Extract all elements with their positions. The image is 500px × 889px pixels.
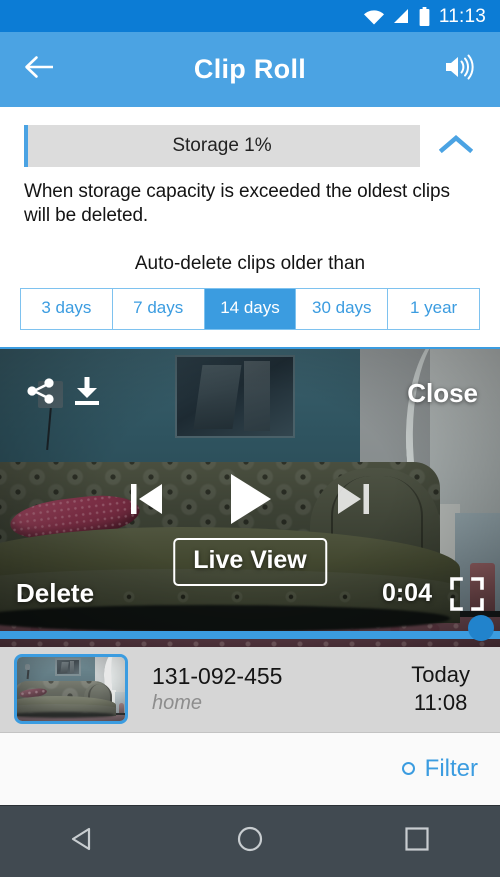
next-button[interactable]: [335, 479, 371, 524]
volume-icon: [443, 53, 477, 86]
player-bottom-bar: Delete 0:04: [0, 576, 500, 611]
skip-next-icon: [335, 483, 371, 523]
player-overlay: Close Live View Delete 0:04: [0, 349, 500, 647]
share-button[interactable]: [18, 371, 64, 417]
wifi-icon: [363, 9, 384, 24]
nav-home-button[interactable]: [220, 811, 280, 871]
auto-delete-option[interactable]: 7 days: [112, 288, 205, 329]
circle-outline-icon: [401, 762, 415, 776]
nav-back-button[interactable]: [53, 811, 113, 871]
close-button[interactable]: Close: [407, 378, 482, 409]
share-icon: [25, 375, 57, 412]
clip-time: 11:08: [413, 690, 468, 716]
auto-delete-title: Auto-delete clips older than: [134, 252, 366, 274]
playback-progress-bar[interactable]: [0, 614, 500, 641]
storage-collapse-button[interactable]: [436, 126, 476, 166]
status-clock: 11:13: [438, 5, 486, 27]
download-icon: [72, 375, 102, 412]
play-icon: [225, 473, 275, 531]
scene-vignette: [17, 657, 125, 722]
player-top-bar: Close: [0, 371, 500, 417]
play-button[interactable]: [225, 471, 275, 532]
fullscreen-icon: [450, 576, 484, 615]
auto-delete-option[interactable]: 1 year: [388, 288, 479, 329]
android-nav-bar: [0, 804, 500, 877]
skip-previous-icon: [129, 483, 165, 523]
chevron-up-icon: [438, 133, 474, 160]
filter-label: Filter: [424, 754, 478, 782]
filter-button[interactable]: Filter: [401, 754, 478, 783]
nav-recents-icon: [404, 826, 430, 857]
back-arrow-icon: [24, 54, 56, 85]
status-bar: 11:13: [0, 0, 500, 32]
nav-home-icon: [236, 825, 264, 858]
clip-list-item[interactable]: 131-092-455 home Today 11:08: [0, 647, 500, 733]
storage-label: Storage 1%: [172, 135, 272, 156]
signal-icon: [392, 8, 410, 24]
previous-button[interactable]: [129, 479, 165, 524]
clip-thumbnail[interactable]: [14, 654, 128, 725]
auto-delete-option[interactable]: 30 days: [296, 288, 389, 329]
fullscreen-button[interactable]: [450, 576, 484, 611]
auto-delete-option[interactable]: 14 days: [204, 288, 297, 329]
battery-icon: [419, 6, 430, 26]
back-button[interactable]: [20, 50, 60, 90]
playback-time: 0:04: [381, 579, 432, 608]
storage-description: When storage capacity is exceeded the ol…: [24, 181, 450, 227]
storage-fill: [24, 125, 28, 167]
clip-timestamp: Today 11:08: [411, 661, 486, 718]
clip-location: home: [152, 691, 203, 714]
player-transport-controls: [0, 471, 500, 532]
clip-thumbnail-image: [17, 657, 125, 722]
page-title: Clip Roll: [193, 54, 307, 84]
download-button[interactable]: [64, 371, 110, 417]
storage-bar[interactable]: Storage 1%: [24, 125, 420, 167]
clip-list: 131-092-455 home Today 11:08: [0, 646, 500, 733]
nav-back-icon: [69, 825, 97, 858]
volume-button[interactable]: [440, 50, 480, 90]
nav-recents-button[interactable]: [387, 811, 447, 871]
playback-progress-knob[interactable]: [468, 614, 494, 641]
filter-bar: Filter: [0, 732, 500, 805]
auto-delete-option[interactable]: 3 days: [21, 288, 113, 329]
clip-name: 131-092-455: [152, 663, 283, 690]
clip-day: Today: [411, 661, 470, 687]
delete-button[interactable]: Delete: [16, 578, 94, 609]
clip-meta: 131-092-455 home: [128, 663, 411, 714]
storage-row: Storage 1%: [24, 125, 476, 167]
auto-delete-segmented-control[interactable]: 3 days 7 days 14 days 30 days 1 year: [20, 287, 480, 330]
storage-section: Storage 1% When storage capacity is exce…: [0, 107, 500, 229]
app-bar: Clip Roll: [0, 32, 500, 107]
video-player[interactable]: Close Live View Delete 0:04: [0, 346, 500, 647]
